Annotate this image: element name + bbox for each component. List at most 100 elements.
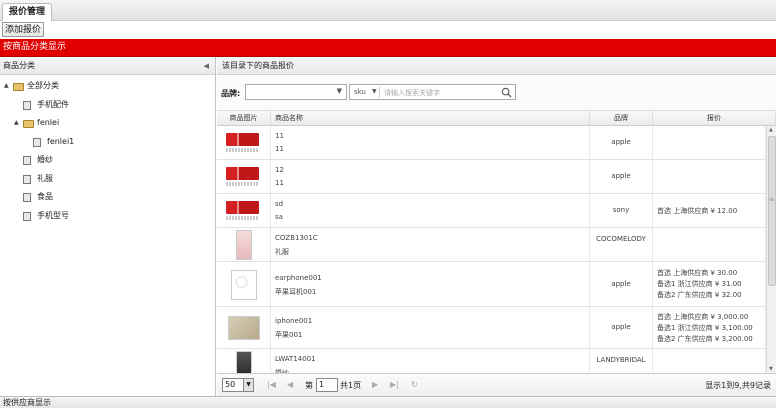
tree-node-label: fenlei1 (47, 136, 75, 146)
price-cell: 首选 上海供应商 ¥ 30.00 备选1 浙江供应商 ¥ 31.00 备选2 广东供… (653, 262, 766, 306)
product-thumbnail (236, 351, 252, 373)
add-quote-button[interactable]: 添加报价 (2, 22, 45, 37)
category-view-bar[interactable]: 按商品分类显示 (0, 39, 776, 57)
tree-node-label: 婚纱 (37, 155, 53, 164)
price-item: 备选1 浙江供应商 ¥ 3,100.00 (657, 323, 753, 332)
product-code: LWAT14001 (275, 355, 316, 363)
image-cell (217, 160, 271, 193)
brand-logo-image (226, 167, 259, 180)
scrollbar-thumb[interactable] (768, 136, 776, 286)
table-row[interactable]: LWAT14001 婚纱 LANDYBRIDAL (217, 349, 766, 373)
scroll-down-icon[interactable]: ▼ (769, 366, 773, 372)
brand-value: apple (611, 138, 631, 146)
image-cell (217, 262, 271, 306)
product-code: earphone001 (275, 273, 322, 282)
table-row[interactable]: sd sa sony 首选 上海供应商 ¥ 12.00 (217, 194, 766, 228)
product-thumbnail (226, 133, 259, 152)
last-page-icon[interactable]: ▶| (390, 380, 399, 389)
tab-quote-management[interactable]: 报价管理 (2, 3, 53, 21)
brand-logo-image (226, 133, 259, 146)
tree-node[interactable]: 手机型号 (0, 207, 215, 226)
tree-node[interactable]: 手机配件 (0, 96, 215, 115)
name-cell: sd sa (271, 194, 590, 227)
tree-node[interactable]: fenlei1 (0, 133, 215, 152)
tree-node[interactable]: 婚纱 (0, 151, 215, 170)
pagination-bar: 50 ▼ |◀ ◀ 第 1 共1页 ▶ ▶| ↻ 显示1到9,共9记录 (217, 373, 776, 396)
search-icon[interactable] (501, 87, 512, 98)
supplier-view-bar[interactable]: 按供应商显示 (0, 396, 776, 408)
tree-node-label: 食品 (37, 192, 53, 201)
tree-node[interactable]: 食品 (0, 188, 215, 207)
table-row[interactable]: 11 11 apple (217, 126, 766, 160)
page-size-value: 50 (225, 380, 236, 389)
tree-node-label: fenlei (37, 118, 60, 127)
column-header-image[interactable]: 商品图片 (217, 111, 271, 126)
brand-cell: apple (590, 126, 653, 159)
tree-node[interactable]: 礼服 (0, 170, 215, 189)
quote-panel: 该目录下的商品报价 品牌: ▼ sku ▼ 请输入搜索关键字 商品图片 商品名称… (217, 57, 776, 396)
price-cell (653, 228, 766, 261)
scroll-up-icon[interactable]: ▲ (769, 127, 773, 133)
table-row[interactable]: COZB1301C 礼服 COCOMELODY (217, 228, 766, 262)
brand-value: apple (611, 279, 631, 288)
brand-label: 品牌: (221, 89, 241, 98)
name-cell: 12 11 (271, 160, 590, 193)
product-name: 苹果001 (275, 331, 303, 339)
page-number-input[interactable]: 1 (316, 378, 338, 392)
collapse-left-icon[interactable]: ◀ (204, 57, 209, 75)
price-cell: 首选 上海供应商 ¥ 3,000.00 备选1 浙江供应商 ¥ 3,100.00 备… (653, 307, 766, 348)
column-header-name[interactable]: 商品名称 (271, 111, 590, 126)
prev-page-icon[interactable]: ◀ (287, 380, 293, 389)
vertical-scrollbar[interactable]: ▲ ≡ ▼ (766, 126, 776, 373)
file-icon (23, 211, 31, 221)
product-name: 11 (275, 145, 284, 153)
search-field-select[interactable]: sku (354, 88, 366, 96)
quote-table: 商品图片 商品名称 品牌 报价 11 11 apple 12 11 apple sd sa so… (217, 111, 776, 373)
column-header-price[interactable]: 报价 (653, 111, 776, 126)
folder-icon (23, 120, 34, 128)
file-icon (33, 137, 41, 147)
brand-value: LANDYBRIDAL (596, 356, 646, 364)
brand-cell: LANDYBRIDAL (590, 349, 653, 373)
price-item: 备选2 广东供应商 ¥ 32.00 (657, 291, 742, 299)
price-list: 首选 上海供应商 ¥ 30.00 备选1 浙江供应商 ¥ 31.00 备选2 广东供… (657, 268, 742, 301)
expand-toggle-icon[interactable]: ▲ (4, 77, 9, 96)
table-row[interactable]: iphone001 苹果001 apple 首选 上海供应商 ¥ 3,000.00 备选… (217, 307, 766, 349)
price-item: 备选1 浙江供应商 ¥ 31.00 (657, 280, 742, 288)
table-row[interactable]: 12 11 apple (217, 160, 766, 194)
brand-cell: apple (590, 160, 653, 193)
logo-caption (226, 182, 259, 186)
table-row[interactable]: earphone001 苹果耳机001 apple 首选 上海供应商 ¥ 30.00 备… (217, 262, 766, 307)
page-size-select[interactable]: 50 ▼ (222, 378, 254, 392)
brand-logo-image (226, 201, 259, 214)
next-page-icon[interactable]: ▶ (372, 380, 378, 389)
tree-node-label: 全部分类 (27, 81, 59, 90)
search-input[interactable]: 请输入搜索关键字 (384, 88, 440, 98)
tree-node[interactable]: ▲ fenlei (0, 114, 215, 133)
name-cell: COZB1301C 礼服 (271, 228, 590, 261)
chevron-down-icon: ▼ (372, 88, 377, 95)
category-panel-header: 商品分类 ◀ (0, 57, 215, 75)
tree-node-label: 手机配件 (37, 99, 69, 109)
price-item: 备选2 广东供应商 ¥ 3,200.00 (657, 334, 753, 343)
filter-bar: 品牌: ▼ sku ▼ 请输入搜索关键字 (217, 76, 776, 111)
image-cell (217, 307, 271, 348)
refresh-icon[interactable]: ↻ (411, 380, 418, 389)
image-cell (217, 194, 271, 227)
product-name: 苹果耳机001 (275, 287, 317, 296)
table-header: 商品图片 商品名称 品牌 报价 (217, 111, 776, 126)
brand-value: apple (611, 172, 631, 180)
product-name: sa (275, 213, 283, 221)
column-header-brand[interactable]: 品牌 (590, 111, 653, 126)
page-prefix: 第 (305, 381, 313, 390)
brand-cell: apple (590, 262, 653, 306)
expand-toggle-icon[interactable]: ▲ (14, 114, 19, 133)
image-cell (217, 228, 271, 261)
first-page-icon[interactable]: |◀ (267, 380, 276, 389)
product-thumbnail (226, 201, 259, 220)
tree-node[interactable]: ▲ 全部分类 (0, 77, 215, 96)
search-box[interactable]: sku ▼ 请输入搜索关键字 (349, 84, 516, 100)
product-thumbnail (228, 316, 260, 340)
brand-select[interactable]: ▼ (245, 84, 347, 100)
name-cell: LWAT14001 婚纱 (271, 349, 590, 373)
